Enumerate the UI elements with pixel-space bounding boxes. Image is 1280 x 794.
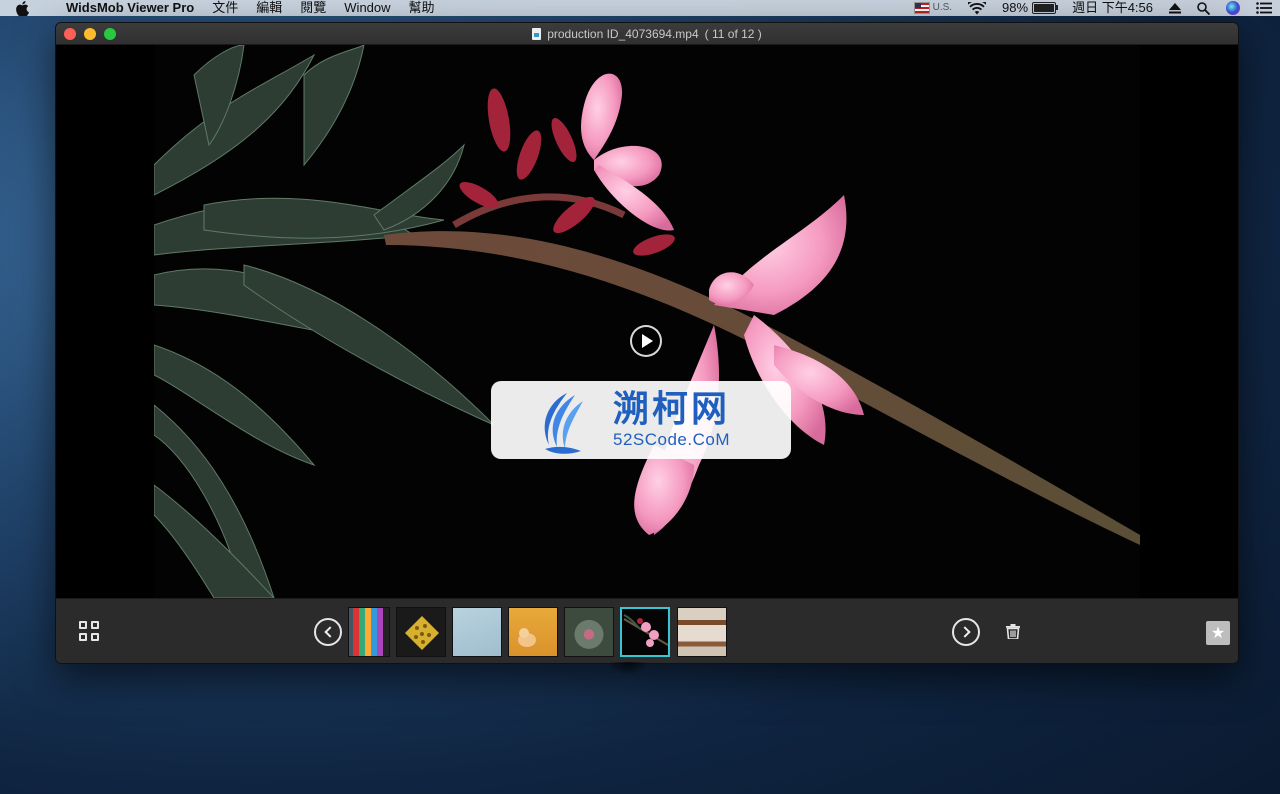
watermark-banner: 溯柯网 52SCode.CoM — [491, 381, 791, 459]
file-counter: ( 11 of 12 ) — [704, 26, 762, 41]
previous-button[interactable] — [314, 618, 342, 646]
menu-edit[interactable]: 編輯 — [247, 0, 291, 16]
battery-icon — [1032, 2, 1059, 14]
chevron-right-icon — [958, 626, 971, 638]
thumbnail-orange-cat[interactable] — [508, 607, 558, 657]
input-source-label: U.S. — [932, 2, 953, 13]
battery-percent: 98% — [1002, 0, 1029, 15]
favorite-star-button[interactable]: ★ — [1206, 621, 1230, 645]
spotlight-search-icon[interactable] — [1189, 1, 1218, 15]
wing-logo-icon — [544, 393, 583, 454]
grid-view-icon[interactable] — [79, 621, 99, 641]
window-title: production ID_4073694.mp4 ( 11 of 12 ) — [532, 27, 762, 41]
thumbnail-yellow-pattern[interactable] — [396, 607, 446, 657]
thumbnail-pink-flower-pattern[interactable] — [564, 607, 614, 657]
thumbnail-colorful-shelves[interactable] — [348, 607, 390, 657]
battery-menu[interactable]: 98% — [994, 0, 1064, 16]
watermark-chinese-text: 溯柯网 — [613, 389, 731, 430]
title-bar[interactable]: production ID_4073694.mp4 ( 11 of 12 ) — [56, 23, 1238, 45]
menu-bar: WidsMob Viewer Pro 文件 編輯 閱覽 Window 幫助 U.… — [0, 0, 1280, 16]
dock-shadow — [608, 662, 648, 676]
menu-file[interactable]: 文件 — [203, 0, 247, 16]
zoom-window-button[interactable] — [104, 28, 116, 40]
clock[interactable]: 週日 下午4:56 — [1064, 0, 1161, 16]
video-file-icon — [532, 27, 542, 40]
wifi-icon[interactable] — [960, 1, 994, 15]
thumbnail-pink-flower-dark[interactable] — [620, 607, 670, 657]
play-button[interactable] — [630, 325, 662, 357]
viewer-window: production ID_4073694.mp4 ( 11 of 12 ) 溯… — [55, 22, 1239, 664]
menu-window[interactable]: Window — [335, 0, 399, 16]
apple-menu-icon[interactable] — [16, 1, 32, 16]
menu-help[interactable]: 幫助 — [400, 0, 444, 16]
media-stage[interactable]: 溯柯网 52SCode.CoM — [56, 45, 1238, 598]
minimize-window-button[interactable] — [84, 28, 96, 40]
video-frame — [154, 45, 1140, 598]
siri-icon[interactable] — [1218, 1, 1248, 15]
notification-center-icon[interactable] — [1248, 2, 1280, 14]
eject-icon[interactable] — [1161, 2, 1189, 14]
thumbnail-pale-blue-sky[interactable] — [452, 607, 502, 657]
bottom-toolbar: ★ — [56, 598, 1238, 663]
menu-view[interactable]: 閱覽 — [291, 0, 335, 16]
file-name: production ID_4073694.mp4 — [547, 26, 699, 41]
input-source-menu[interactable]: U.S. — [906, 0, 960, 16]
app-menu[interactable]: WidsMob Viewer Pro — [50, 0, 203, 16]
next-button[interactable] — [952, 618, 980, 646]
trash-icon[interactable] — [1006, 624, 1020, 639]
thumbnail-strip[interactable] — [348, 607, 738, 659]
us-flag-icon — [913, 2, 930, 14]
thumbnail-wooden-windows[interactable] — [677, 607, 727, 657]
watermark-url-text: 52SCode.CoM — [613, 430, 731, 449]
battery-level — [1034, 4, 1054, 12]
close-window-button[interactable] — [64, 28, 76, 40]
chevron-left-icon — [323, 626, 336, 638]
